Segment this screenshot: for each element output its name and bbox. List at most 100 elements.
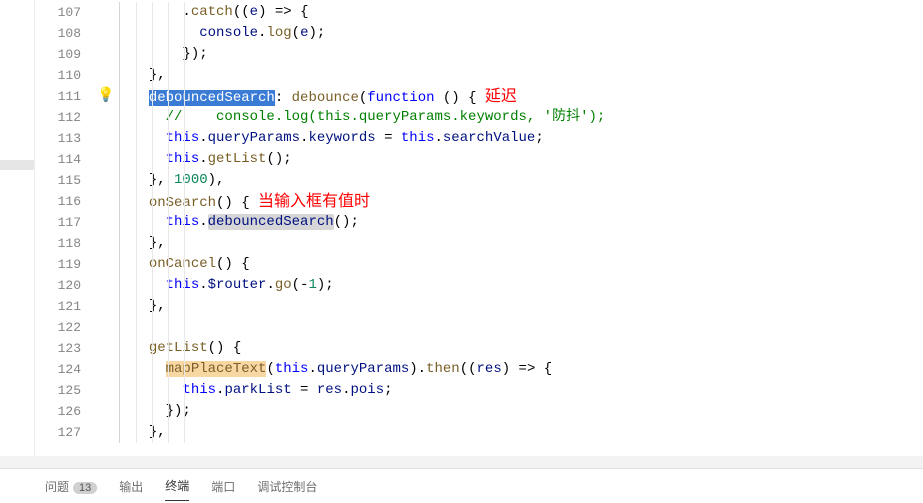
line-number[interactable]: 108 — [35, 23, 95, 44]
glyph-slot — [95, 275, 117, 296]
line-number[interactable]: 114 — [35, 149, 95, 170]
token-punc: ); — [308, 25, 325, 41]
token-num: 1 — [308, 277, 316, 293]
horizontal-scrollbar[interactable] — [0, 456, 923, 468]
annotation-delay: 延迟 — [485, 88, 517, 105]
token-kw: this — [401, 130, 435, 146]
code-line[interactable]: this.debouncedSearch(); — [119, 212, 923, 233]
code-line[interactable]: // console.log(this.queryParams.keywords… — [119, 107, 923, 128]
token-punc: }); — [166, 403, 191, 419]
panel-tab-ports[interactable]: 端口 — [211, 472, 235, 501]
glyph-slot — [95, 170, 117, 191]
line-number-gutter[interactable]: 1071081091101111121131141151161171181191… — [35, 0, 95, 456]
line-number[interactable]: 121 — [35, 296, 95, 317]
glyph-slot — [95, 23, 117, 44]
code-line[interactable]: }, 1000), — [119, 170, 923, 191]
token-num: 1000 — [174, 172, 208, 188]
line-number[interactable]: 117 — [35, 212, 95, 233]
code-line[interactable]: mapPlaceText(this.queryParams).then((res… — [119, 359, 923, 380]
token-punc: . — [266, 277, 274, 293]
code-line[interactable]: getList() { — [119, 338, 923, 359]
token-punc: . — [435, 130, 443, 146]
line-number[interactable]: 120 — [35, 275, 95, 296]
line-number[interactable]: 112 — [35, 107, 95, 128]
token-hlfn: mapPlaceText — [166, 361, 267, 377]
vertical-scrollbar[interactable] — [909, 0, 923, 456]
line-number[interactable]: 124 — [35, 359, 95, 380]
editor-area: 1071081091101111121131141151161171181191… — [0, 0, 923, 456]
token-punc: (( — [460, 361, 477, 377]
token-punc: ; — [535, 130, 543, 146]
code-line[interactable]: console.log(e); — [119, 23, 923, 44]
code-line[interactable]: this.parkList = res.pois; — [119, 380, 923, 401]
code-line[interactable]: }, — [119, 296, 923, 317]
token-id: queryParams — [317, 361, 409, 377]
line-number[interactable]: 123 — [35, 338, 95, 359]
code-line[interactable]: .catch((e) => { — [119, 2, 923, 23]
token-punc: ); — [317, 277, 334, 293]
code-line[interactable]: this.$router.go(-1); — [119, 275, 923, 296]
line-number[interactable]: 119 — [35, 254, 95, 275]
left-sidebar-strip — [0, 0, 35, 456]
lightbulb-icon[interactable]: 💡 — [97, 88, 114, 104]
token-punc: (); — [266, 151, 291, 167]
code-content[interactable]: .catch((e) => { console.log(e); }); }, d… — [117, 0, 923, 456]
line-number[interactable]: 113 — [35, 128, 95, 149]
token-punc: . — [308, 361, 316, 377]
token-fn: catch — [191, 4, 233, 20]
code-line[interactable]: debouncedSearch: debounce(function () { … — [119, 86, 923, 107]
token-punc: () { — [435, 90, 485, 106]
token-punc: { — [292, 4, 309, 20]
code-line[interactable]: }, — [119, 422, 923, 443]
code-line[interactable]: this.getList(); — [119, 149, 923, 170]
code-line[interactable]: onSearch() { 当输入框有值时 — [119, 191, 923, 212]
line-number[interactable]: 125 — [35, 380, 95, 401]
token-punc: ; — [384, 382, 392, 398]
token-fn: log — [266, 25, 291, 41]
glyph-slot — [95, 149, 117, 170]
token-fn: then — [426, 361, 460, 377]
glyph-slot — [95, 254, 117, 275]
sidebar-highlight — [0, 160, 34, 170]
code-line[interactable]: }); — [119, 44, 923, 65]
token-punc: () { — [216, 256, 250, 272]
glyph-slot — [95, 191, 117, 212]
token-op: => — [519, 361, 536, 377]
line-number[interactable]: 110 — [35, 65, 95, 86]
line-number[interactable]: 126 — [35, 401, 95, 422]
line-number[interactable]: 118 — [35, 233, 95, 254]
code-line[interactable] — [119, 317, 923, 338]
token-fn: getList — [149, 340, 208, 356]
line-number[interactable]: 122 — [35, 317, 95, 338]
token-punc: . — [342, 382, 350, 398]
code-line[interactable]: }, — [119, 233, 923, 254]
line-number[interactable]: 115 — [35, 170, 95, 191]
token-punc: ). — [409, 361, 426, 377]
code-line[interactable]: }); — [119, 401, 923, 422]
token-op: = — [292, 382, 317, 398]
glyph-slot — [95, 44, 117, 65]
panel-tab-debug[interactable]: 调试控制台 — [257, 472, 317, 501]
line-number[interactable]: 127 — [35, 422, 95, 443]
code-line[interactable]: }, — [119, 65, 923, 86]
panel-tab-problems[interactable]: 问题13 — [45, 472, 97, 501]
glyph-slot: 💡 — [95, 86, 117, 107]
token-id: $router — [208, 277, 267, 293]
token-kw: this — [166, 151, 200, 167]
token-com: // console.log(this.queryParams.keywords… — [166, 109, 606, 125]
code-line[interactable]: this.queryParams.keywords = this.searchV… — [119, 128, 923, 149]
token-id: searchValue — [443, 130, 535, 146]
panel-tab-output[interactable]: 输出 — [119, 472, 143, 501]
token-op: = — [376, 130, 401, 146]
line-number[interactable]: 109 — [35, 44, 95, 65]
line-number[interactable]: 111 — [35, 86, 95, 107]
token-punc: () { — [216, 195, 258, 211]
code-line[interactable]: onCancel() { — [119, 254, 923, 275]
line-number[interactable]: 107 — [35, 2, 95, 23]
glyph-slot — [95, 107, 117, 128]
line-number[interactable]: 116 — [35, 191, 95, 212]
token-fn: onCancel — [149, 256, 216, 272]
bottom-panel-tabs: 问题13 输出终端端口调试控制台 — [0, 468, 923, 503]
glyph-slot — [95, 338, 117, 359]
panel-tab-terminal[interactable]: 终端 — [165, 471, 189, 501]
